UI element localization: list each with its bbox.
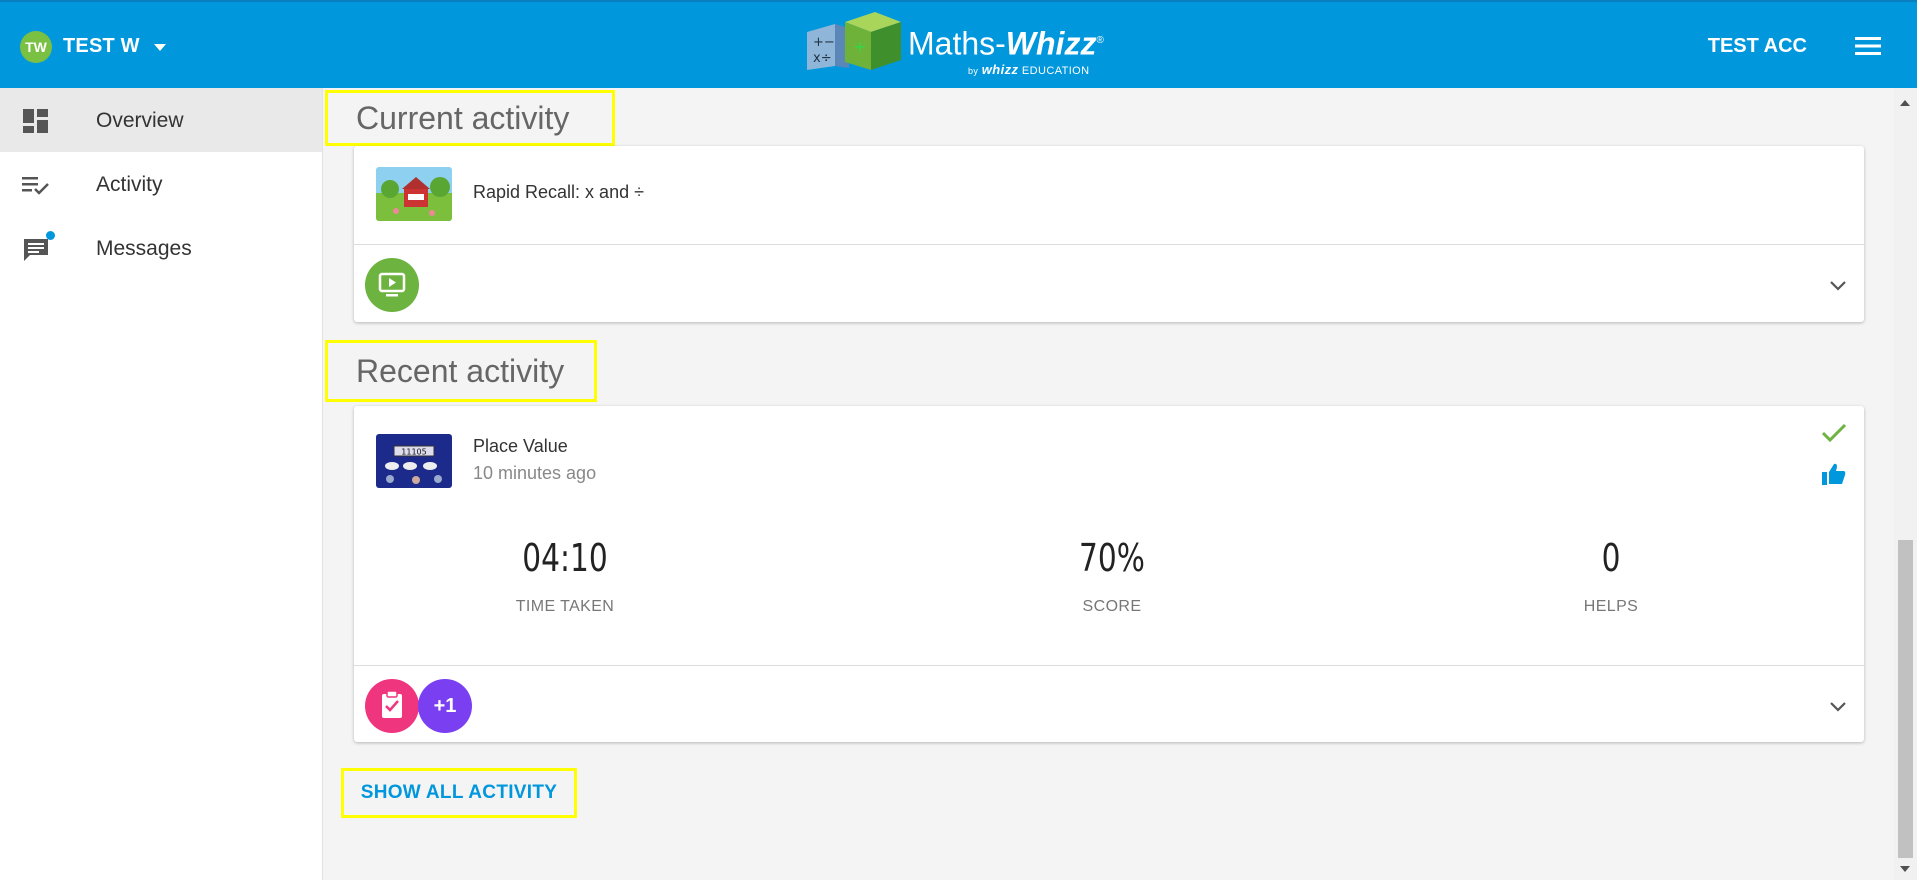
svg-text:11105: 11105 <box>401 448 426 457</box>
current-activity-card: Rapid Recall: x and ÷ <box>354 146 1864 322</box>
unread-badge <box>46 231 55 240</box>
stat-label: TIME TAKEN <box>515 598 615 615</box>
logo-wordmark: Maths-Whizz® <box>908 25 1104 62</box>
sidebar-item-messages[interactable]: Messages <box>0 216 322 280</box>
lesson-name[interactable]: Place Value <box>473 436 568 457</box>
maths-whizz-logo: +− x÷ + Maths-Whizz® by whizz EDUCATION <box>805 10 1115 80</box>
thumbs-up-icon <box>1822 463 1846 485</box>
scroll-down-icon[interactable] <box>1900 866 1910 872</box>
stat-value: 70% <box>1079 536 1145 580</box>
check-icon <box>1821 423 1847 443</box>
card-divider <box>354 665 1864 666</box>
sidebar-item-overview[interactable]: Overview <box>0 88 322 152</box>
clipboard-check-icon <box>382 690 402 718</box>
activity-list-icon <box>22 177 49 195</box>
sidebar-item-label: Messages <box>96 237 192 260</box>
lesson-name[interactable]: Rapid Recall: x and ÷ <box>473 182 644 203</box>
main-content: Current activity Rapid Recall: x and ÷ R… <box>323 88 1894 880</box>
stat-label: SCORE <box>1082 598 1142 615</box>
show-all-activity-button[interactable]: SHOW ALL ACTIVITY <box>341 768 577 818</box>
logo-subtitle: by whizz EDUCATION <box>968 62 1090 77</box>
lesson-thumbnail[interactable] <box>376 167 452 221</box>
stat-helps: 0 HELPS <box>1481 536 1741 616</box>
play-screen-icon <box>378 272 406 297</box>
svg-text:+: + <box>853 37 866 56</box>
vertical-scrollbar[interactable] <box>1894 88 1917 880</box>
scroll-up-icon[interactable] <box>1900 100 1910 106</box>
recent-activity-title: Recent activity <box>325 340 597 402</box>
logo-cube-icon: +− x÷ + <box>807 12 901 70</box>
user-name[interactable]: TEST W <box>63 35 140 58</box>
test-result-button[interactable] <box>365 679 419 733</box>
top-bar: TW TEST W +− x÷ + Maths-Whizz® by whizz … <box>0 0 1917 88</box>
dashboard-icon <box>23 109 48 133</box>
message-icon <box>24 239 48 261</box>
stat-value: 04:10 <box>522 536 608 580</box>
play-lesson-button[interactable] <box>365 258 419 312</box>
stat-score: 70% SCORE <box>982 536 1242 616</box>
stat-time-taken: 04:10 TIME TAKEN <box>435 536 695 616</box>
chevron-down-icon[interactable] <box>1829 279 1847 291</box>
hamburger-menu-icon[interactable] <box>1855 36 1881 56</box>
stat-label: HELPS <box>1583 598 1639 615</box>
current-activity-title: Current activity <box>325 90 615 146</box>
stat-value: 0 <box>1601 536 1621 580</box>
svg-text:+−: +− <box>813 35 835 50</box>
sidebar-item-activity[interactable]: Activity <box>0 152 322 216</box>
lesson-thumbnail[interactable]: 11105 <box>376 434 452 488</box>
chevron-down-icon[interactable] <box>1829 700 1847 712</box>
account-name[interactable]: TEST ACC <box>1708 35 1807 58</box>
sidebar-item-label: Overview <box>96 109 184 132</box>
sidebar: Overview Activity Messages <box>0 88 323 880</box>
scroll-thumb[interactable] <box>1898 540 1913 858</box>
time-ago: 10 minutes ago <box>473 463 597 483</box>
recent-activity-card: 11105 Place Value 10 minutes ago 04:10 T… <box>354 406 1864 742</box>
card-divider <box>354 244 1864 245</box>
chevron-down-icon[interactable] <box>154 44 166 51</box>
sidebar-item-label: Activity <box>96 173 163 196</box>
plus-one-badge-button[interactable]: +1 <box>418 679 472 733</box>
user-avatar[interactable]: TW <box>20 31 52 63</box>
svg-text:x÷: x÷ <box>813 51 832 66</box>
